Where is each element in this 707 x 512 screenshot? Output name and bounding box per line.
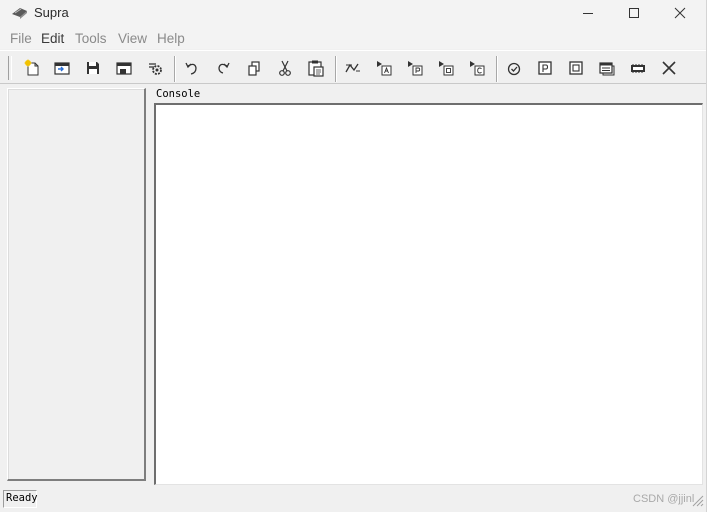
menu-file[interactable]: File (10, 31, 32, 46)
menu-help[interactable]: Help (157, 31, 185, 46)
paste-icon (308, 60, 324, 77)
settings-icon (149, 63, 162, 75)
console-output[interactable] (154, 103, 703, 485)
frame-p-button[interactable] (535, 58, 555, 78)
copy-button[interactable] (244, 58, 264, 78)
save-icon (87, 62, 99, 74)
close-button[interactable] (657, 0, 703, 26)
settings-button[interactable] (145, 58, 165, 78)
list-button[interactable] (597, 58, 617, 78)
toolbar-gripper[interactable] (8, 56, 12, 80)
run-a-button[interactable] (374, 58, 394, 78)
undo-icon (185, 62, 197, 75)
open-icon (54, 62, 70, 75)
toolbar-separator (174, 56, 176, 82)
new-file-button[interactable] (22, 58, 42, 78)
menu-edit[interactable]: Edit (41, 31, 64, 46)
run-d-button[interactable] (436, 58, 456, 78)
compile-button[interactable] (343, 58, 363, 78)
title-bar[interactable]: Supra (0, 0, 706, 27)
frame-d-icon (569, 61, 583, 75)
check-icon (507, 62, 521, 76)
stop-button[interactable] (659, 58, 679, 78)
compile-icon (345, 63, 360, 73)
minimize-icon (583, 13, 593, 14)
console-label: Console (156, 88, 201, 100)
run-c-icon (470, 61, 485, 76)
run-a-icon (377, 61, 392, 76)
maximize-icon (629, 8, 639, 18)
copy-icon (248, 61, 260, 76)
menu-view[interactable]: View (118, 31, 147, 46)
window-title: Supra (34, 5, 69, 20)
save-as-button[interactable] (114, 58, 134, 78)
side-panel[interactable] (7, 88, 146, 481)
toolbar-separator (335, 56, 337, 82)
redo-button[interactable] (213, 58, 233, 78)
memory-icon (631, 64, 645, 73)
new-file-icon (24, 59, 39, 76)
resize-grip-icon[interactable] (690, 493, 704, 507)
toolbar-separator (496, 56, 498, 82)
close-icon (674, 7, 686, 19)
app-window: Supra File Edit Tools View Help Console … (0, 0, 707, 512)
run-p-icon (408, 61, 423, 76)
maximize-button[interactable] (611, 0, 657, 26)
run-c-button[interactable] (467, 58, 487, 78)
frame-d-button[interactable] (566, 58, 586, 78)
undo-button[interactable] (182, 58, 202, 78)
list-icon (599, 62, 615, 76)
redo-icon (218, 62, 230, 74)
check-button[interactable] (504, 58, 524, 78)
menu-bar: File Edit Tools View Help (0, 27, 706, 49)
run-d-icon (439, 61, 454, 76)
app-logo-icon (11, 6, 29, 20)
cut-button[interactable] (275, 58, 295, 78)
memory-button[interactable] (628, 58, 648, 78)
minimize-button[interactable] (565, 0, 611, 26)
save-as-icon (116, 62, 132, 75)
watermark-text: CSDN @jjinl (633, 493, 695, 505)
open-button[interactable] (52, 58, 72, 78)
stop-icon (662, 61, 676, 75)
toolbar (0, 50, 706, 84)
cut-icon (279, 60, 291, 76)
status-text: Ready (6, 492, 38, 504)
save-button[interactable] (83, 58, 103, 78)
frame-p-icon (538, 61, 552, 75)
status-bar: Ready CSDN @jjinl (0, 487, 706, 512)
run-p-button[interactable] (405, 58, 425, 78)
paste-button[interactable] (306, 58, 326, 78)
menu-tools[interactable]: Tools (75, 31, 107, 46)
